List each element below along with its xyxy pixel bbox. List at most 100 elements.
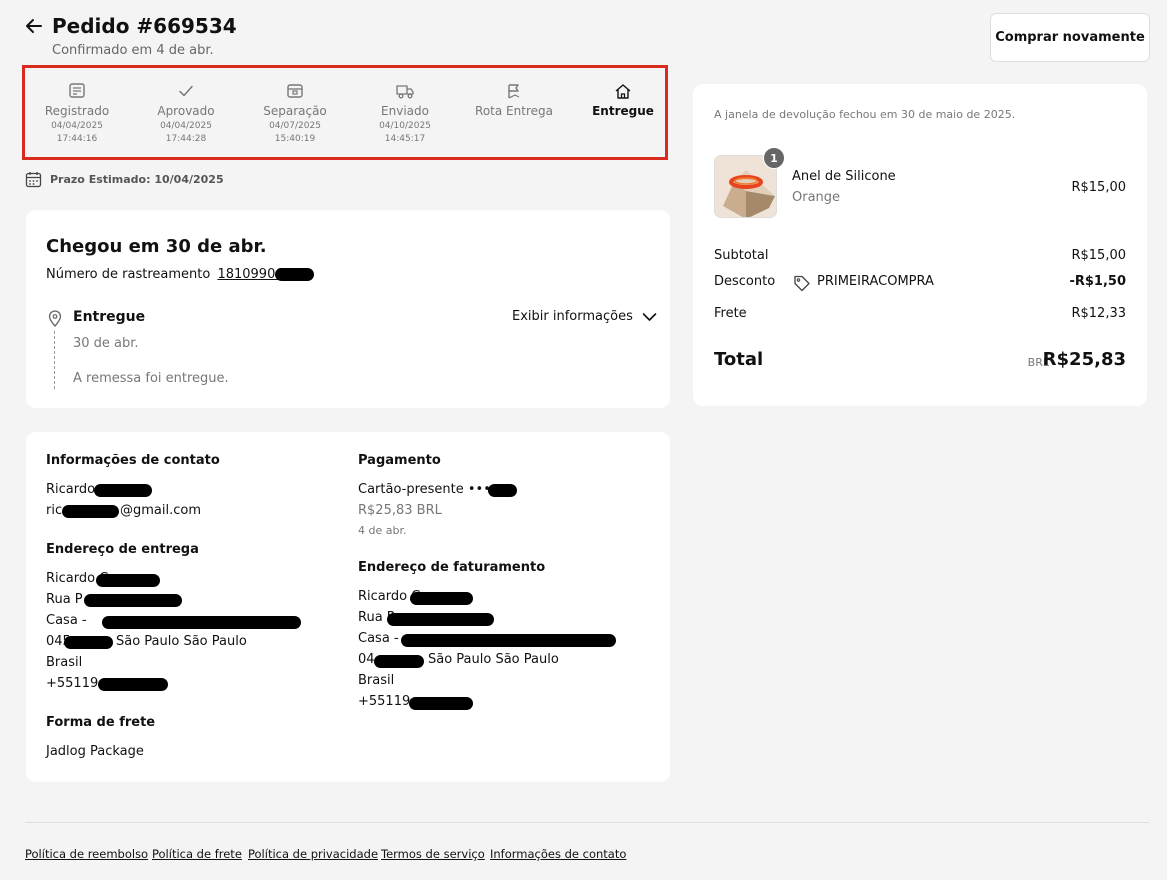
shipping-policy-link[interactable]: Política de frete: [152, 847, 242, 861]
step-time: 17:44:16: [56, 134, 98, 144]
step-date: 04/10/2025: [379, 121, 431, 131]
status-step-separacao: Separação 04/07/2025 15:40:19: [240, 82, 350, 144]
truck-icon: [396, 85, 414, 99]
subtotal-label: Subtotal: [714, 248, 769, 263]
shipping-address-heading: Endereço de entrega: [46, 542, 199, 557]
arrival-heading: Chegou em 30 de abr.: [46, 236, 267, 257]
step-label: Separação: [263, 104, 327, 118]
discount-code: PRIMEIRACOMPRA: [817, 274, 934, 289]
back-arrow-icon[interactable]: [22, 14, 46, 38]
chevron-down-icon: [642, 312, 657, 321]
estimated-delivery-text: Prazo Estimado: 10/04/2025: [50, 173, 224, 186]
total-label: Total: [714, 349, 764, 370]
redaction: [96, 574, 160, 587]
contact-name: Ricardo: [46, 482, 96, 497]
delivery-message: A remessa foi entregue.: [73, 371, 229, 386]
subtotal-value: R$15,00: [1071, 248, 1126, 263]
buy-again-button[interactable]: Comprar novamente: [990, 13, 1150, 62]
check-icon: [179, 85, 193, 97]
redaction: [102, 616, 301, 629]
redaction: [488, 484, 517, 497]
tracking-number-row: Número de rastreamento 1810990689: [46, 267, 300, 282]
status-step-entregue: Entregue: [568, 82, 678, 118]
route-icon: [508, 84, 520, 99]
shipping-method-value: Jadlog Package: [46, 744, 144, 759]
tracking-number-label: Número de rastreamento: [46, 267, 211, 282]
redaction: [94, 484, 152, 497]
order-status-tracker: Registrado 04/04/2025 17:44:16 Aprovado …: [22, 65, 668, 160]
step-date: 04/04/2025: [160, 121, 212, 131]
contact-email-suffix: @gmail.com: [120, 503, 202, 518]
show-info-toggle[interactable]: Exibir informações: [512, 309, 657, 324]
redaction: [374, 655, 424, 668]
product-variant: Orange: [792, 190, 841, 205]
billing-address-phone: +55119: [358, 694, 411, 709]
step-time: 15:40:19: [274, 134, 316, 144]
step-label: Registrado: [44, 104, 110, 118]
redaction: [401, 634, 616, 647]
order-summary-card: A janela de devolução fechou em 30 de ma…: [693, 84, 1147, 406]
redaction: [410, 592, 473, 605]
show-info-label: Exibir informações: [512, 309, 633, 324]
step-date: 04/07/2025: [269, 121, 321, 131]
contact-info-link[interactable]: Informações de contato: [490, 847, 626, 861]
privacy-policy-link[interactable]: Política de privacidade: [248, 847, 378, 861]
shipping-label: Frete: [714, 306, 747, 321]
step-label: Entregue: [592, 104, 654, 118]
calendar-icon: [25, 172, 42, 188]
footer-divider: [25, 822, 1149, 823]
contact-heading: Informações de contato: [46, 453, 220, 468]
shipping-address-line: Rua P: [46, 592, 83, 607]
status-step-rota-entrega: Rota Entrega: [459, 82, 569, 118]
product-price: R$15,00: [1071, 180, 1126, 195]
shipping-address-city: São Paulo São Paulo: [116, 634, 247, 649]
tag-icon: [794, 275, 810, 292]
discount-value: -R$1,50: [1069, 274, 1126, 289]
order-confirmed-date: Confirmado em 4 de abr.: [52, 43, 214, 58]
page-title: Pedido #669534: [52, 14, 237, 38]
redaction: [84, 594, 182, 607]
home-icon: [615, 84, 631, 99]
billing-address-country: Brasil: [358, 673, 395, 688]
redaction: [409, 697, 473, 710]
status-step-registrado: Registrado 04/04/2025 17:44:16: [22, 82, 132, 144]
shipping-address-phone: +55119: [46, 676, 99, 691]
payment-heading: Pagamento: [358, 453, 441, 468]
estimated-delivery: Prazo Estimado: 10/04/2025: [25, 171, 224, 188]
product-name: Anel de Silicone: [792, 169, 896, 184]
total-value: R$25,83: [1042, 349, 1126, 370]
payment-date: 4 de abr.: [358, 524, 407, 537]
billing-address-heading: Endereço de faturamento: [358, 560, 546, 575]
timeline-line: [54, 331, 55, 389]
payment-method: Cartão-presente ••••: [358, 482, 499, 497]
quantity-badge: 1: [763, 147, 785, 169]
redaction: [62, 505, 119, 518]
refund-policy-link[interactable]: Política de reembolso: [25, 847, 148, 861]
return-window-note: A janela de devolução fechou em 30 de ma…: [714, 108, 1016, 121]
shipping-value: R$12,33: [1071, 306, 1126, 321]
billing-address-city: São Paulo São Paulo: [428, 652, 559, 667]
delivery-date: 30 de abr.: [73, 336, 139, 351]
redaction: [275, 268, 314, 281]
discount-label: Desconto: [714, 274, 776, 289]
status-step-enviado: Enviado 04/10/2025 14:45:17: [350, 82, 460, 144]
note-icon: [69, 83, 85, 98]
redaction: [64, 636, 113, 649]
step-label: Rota Entrega: [475, 104, 553, 118]
step-label: Enviado: [381, 104, 429, 118]
order-details-card: Informações de contato Ricardo ric @gmai…: [26, 432, 670, 782]
box-icon: [287, 84, 303, 98]
terms-of-service-link[interactable]: Termos de serviço: [381, 847, 485, 861]
step-label: Aprovado: [157, 104, 215, 118]
payment-amount: R$25,83 BRL: [358, 503, 442, 518]
shipping-address-line: Casa -: [46, 613, 87, 628]
billing-address-line: Casa -: [358, 631, 399, 646]
status-step-aprovado: Aprovado 04/04/2025 17:44:28: [131, 82, 241, 144]
delivery-status: Entregue: [73, 309, 146, 325]
step-time: 14:45:17: [384, 134, 426, 144]
location-pin-icon: [48, 310, 62, 327]
step-time: 17:44:28: [165, 134, 207, 144]
shipping-address-country: Brasil: [46, 655, 83, 670]
billing-address-line: 04: [358, 652, 375, 667]
redaction: [387, 613, 494, 626]
